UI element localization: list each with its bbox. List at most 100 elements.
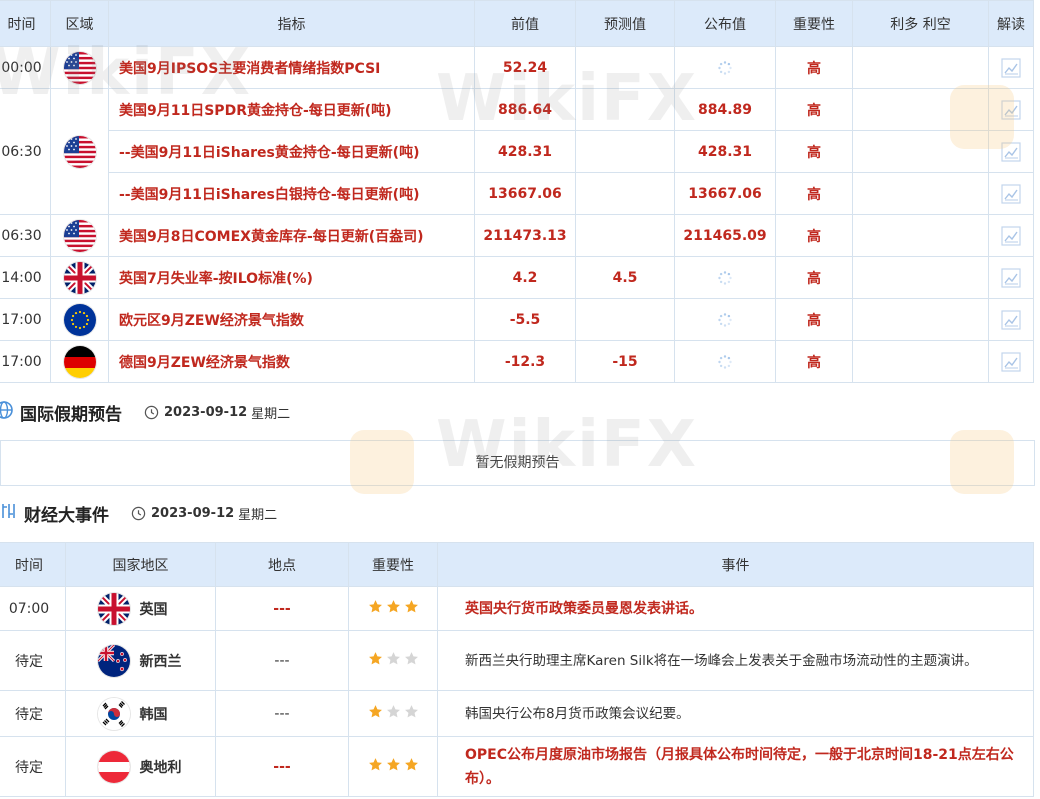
- star-empty-icon: [404, 652, 418, 665]
- econ-prev: 886.64: [474, 88, 576, 131]
- event-importance: [348, 690, 438, 737]
- event-location: ---: [215, 736, 349, 797]
- importance-stars: [368, 599, 419, 614]
- econ-forecast: [575, 130, 675, 173]
- chart-analysis-icon[interactable]: [1001, 183, 1021, 204]
- flag-at-icon: [97, 750, 130, 783]
- econ-analysis[interactable]: [988, 130, 1034, 173]
- holiday-date: 2023-09-12 星期二: [144, 403, 290, 422]
- econ-actual-value: 884.89: [697, 101, 753, 118]
- events-header-event: 事件: [437, 542, 1034, 587]
- chart-analysis-icon[interactable]: [1001, 309, 1021, 330]
- econ-indicator[interactable]: --美国9月11日iShares黄金持仓-每日更新(吨): [108, 130, 475, 173]
- econ-forecast: [575, 298, 675, 341]
- chart-analysis-icon[interactable]: [1001, 57, 1021, 78]
- econ-bullbear: [852, 298, 989, 341]
- event-time: 待定: [0, 690, 66, 737]
- econ-analysis[interactable]: [988, 214, 1034, 257]
- econ-forecast: [575, 88, 675, 131]
- event-description: 韩国央行公布8月货币政策会议纪要。: [437, 690, 1034, 737]
- econ-analysis[interactable]: [988, 340, 1034, 383]
- event-time: 待定: [0, 630, 66, 691]
- econ-bullbear: [852, 46, 989, 89]
- holiday-title: 国际假期预告: [20, 404, 122, 425]
- econ-row: 00:00 美国9月IPSOS主要消费者情绪指数PCSI 52.24 高: [0, 46, 1034, 89]
- importance-stars: [368, 651, 419, 666]
- chart-analysis-icon[interactable]: [1001, 267, 1021, 288]
- econ-region: [50, 340, 109, 383]
- econ-analysis[interactable]: [988, 46, 1034, 89]
- econ-indicator[interactable]: 欧元区9月ZEW经济景气指数: [108, 298, 475, 341]
- event-importance: [348, 630, 438, 691]
- events-header-time: 时间: [0, 542, 66, 587]
- header-bullbear: 利多 利空: [852, 0, 989, 47]
- event-importance: [348, 586, 438, 631]
- econ-forecast: [575, 172, 675, 215]
- events-header-importance: 重要性: [348, 542, 438, 587]
- econ-row: 06:30 美国9月11日SPDR黄金持仓-每日更新(吨) 886.64 884.89…: [0, 88, 1034, 215]
- event-importance: [348, 736, 438, 797]
- econ-importance: 高: [775, 88, 853, 131]
- econ-forecast: [575, 46, 675, 89]
- econ-actual: [674, 256, 776, 299]
- event-description: 新西兰央行助理主席Karen Silk将在一场峰会上发表关于金融市场流动性的主题…: [437, 630, 1034, 691]
- econ-bullbear: [852, 130, 989, 173]
- econ-actual: 211465.09: [674, 214, 776, 257]
- econ-time: 14:00: [0, 256, 51, 299]
- econ-analysis[interactable]: [988, 172, 1034, 215]
- event-row: 07:00 英国 --- 英国央行货币政策委员曼恩发表讲话。: [0, 586, 1034, 631]
- events-date: 2023-09-12 星期二: [131, 504, 277, 523]
- econ-indicator[interactable]: 德国9月ZEW经济景气指数: [108, 340, 475, 383]
- star-filled-icon: [386, 600, 400, 613]
- econ-forecast: 4.5: [575, 256, 675, 299]
- holiday-weekday: 星期二: [251, 406, 291, 422]
- econ-importance: 高: [775, 256, 853, 299]
- econ-actual: 884.89: [674, 88, 776, 131]
- econ-actual-value: 428.31: [697, 143, 753, 160]
- econ-time: 17:00: [0, 298, 51, 341]
- econ-prev: -12.3: [474, 340, 576, 383]
- star-empty-icon: [386, 652, 400, 665]
- chart-analysis-icon[interactable]: [1001, 351, 1021, 372]
- econ-row: 14:00 英国7月失业率-按ILO标准(%) 4.2 4.5 高: [0, 256, 1034, 299]
- importance-stars: [368, 704, 419, 719]
- econ-bullbear: [852, 340, 989, 383]
- event-location: ---: [215, 586, 349, 631]
- loading-spinner-icon: [718, 60, 732, 75]
- econ-indicator[interactable]: 英国7月失业率-按ILO标准(%): [108, 256, 475, 299]
- chart-analysis-icon[interactable]: [1001, 141, 1021, 162]
- econ-actual: [674, 298, 776, 341]
- econ-prev: 211473.13: [474, 214, 576, 257]
- econ-region: [50, 46, 109, 89]
- clock-icon: [131, 506, 146, 520]
- econ-header-row: 时间 区域 指标 前值 预测值 公布值 重要性 利多 利空 解读: [0, 0, 1034, 47]
- star-filled-icon: [404, 758, 418, 771]
- header-prev: 前值: [474, 0, 576, 47]
- header-actual: 公布值: [674, 0, 776, 47]
- econ-indicator[interactable]: 美国9月IPSOS主要消费者情绪指数PCSI: [108, 46, 475, 89]
- econ-forecast: -15: [575, 340, 675, 383]
- event-location: ---: [215, 690, 349, 737]
- econ-prev: -5.5: [474, 298, 576, 341]
- event-country: 新西兰: [65, 630, 216, 691]
- econ-indicator[interactable]: 美国9月11日SPDR黄金持仓-每日更新(吨): [108, 88, 475, 131]
- chart-analysis-icon[interactable]: [1001, 225, 1021, 246]
- econ-row: 17:00 德国9月ZEW经济景气指数 -12.3 -15 高: [0, 340, 1034, 383]
- econ-analysis[interactable]: [988, 88, 1034, 131]
- econ-indicator[interactable]: --美国9月11日iShares白银持仓-每日更新(吨): [108, 172, 475, 215]
- econ-indicator[interactable]: 美国9月8日COMEX黄金库存-每日更新(百盎司): [108, 214, 475, 257]
- econ-bullbear: [852, 256, 989, 299]
- flag-uk-icon: [97, 592, 130, 625]
- events-header-country: 国家地区: [65, 542, 216, 587]
- econ-time: 06:30: [0, 88, 51, 215]
- chart-analysis-icon[interactable]: [1001, 99, 1021, 120]
- flag-nz-icon: [97, 644, 130, 677]
- event-country: 英国: [65, 586, 216, 631]
- econ-analysis[interactable]: [988, 298, 1034, 341]
- econ-prev: 13667.06: [474, 172, 576, 215]
- econ-analysis[interactable]: [988, 256, 1034, 299]
- event-row: 待定 奥地利 --- OPEC公布月度原油市场报告（月报具体公布时间待定，一般于北京时…: [0, 736, 1034, 797]
- econ-actual: [674, 340, 776, 383]
- events-header-row: 时间 国家地区 地点 重要性 事件: [0, 542, 1034, 587]
- econ-importance: 高: [775, 340, 853, 383]
